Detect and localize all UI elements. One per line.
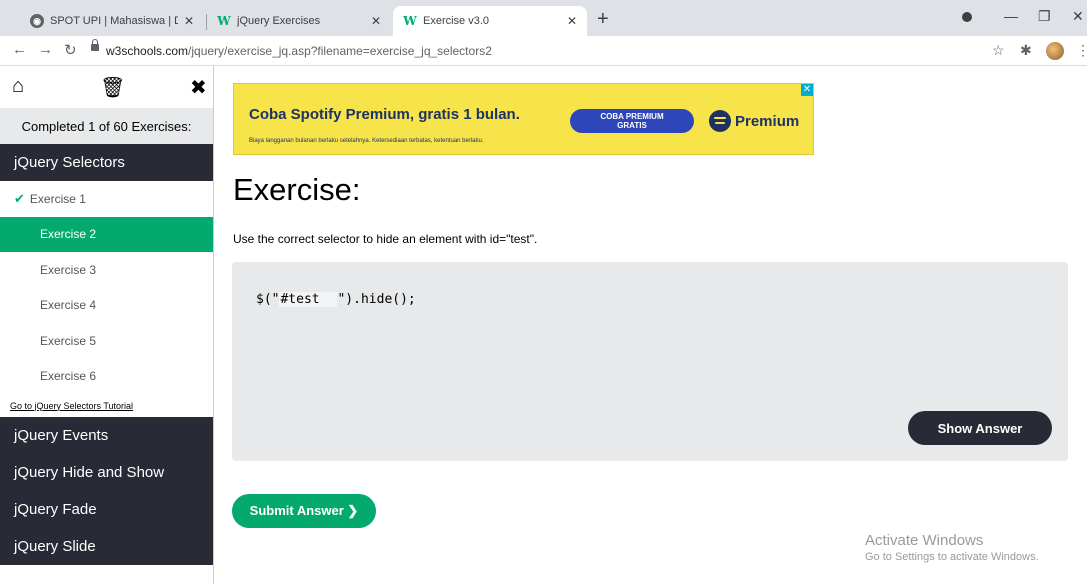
windows-activation-watermark: Activate Windows Go to Settings to activ… (865, 532, 1039, 563)
restore-icon[interactable]: ❐ (1038, 8, 1051, 25)
spotify-logo-icon (709, 110, 731, 132)
lock-icon[interactable] (91, 39, 99, 51)
url-path: /jquery/exercise_jq.asp?filename=exercis… (188, 44, 492, 58)
close-tab-icon[interactable]: ✕ (371, 14, 381, 28)
sidebar-category-fade[interactable]: jQuery Fade (0, 491, 213, 528)
sidebar-toolbar: ⌂ 🗑 ✖ (0, 66, 213, 108)
sidebar-exercise-2[interactable]: Exercise 2 (0, 216, 213, 252)
sidebar-category-selectors[interactable]: jQuery Selectors (0, 144, 213, 181)
answer-input[interactable] (279, 292, 338, 307)
record-indicator-icon[interactable] (962, 12, 972, 22)
url-host: w3schools.com (106, 44, 189, 58)
sidebar-category-events[interactable]: jQuery Events (0, 417, 213, 454)
ad-brand-label: Premium (735, 112, 800, 130)
sidebar-exercise-4[interactable]: Exercise 4 (0, 288, 213, 324)
trash-icon[interactable]: 🗑 (100, 75, 125, 100)
ad-brand: Premium (709, 110, 799, 132)
browser-tab-bar: ◉ SPOT UPI | Mahasiswa | Dashboa ✕ W jQu… (0, 0, 1087, 36)
new-tab-button[interactable]: + (597, 8, 609, 31)
globe-icon: ◉ (30, 14, 44, 28)
back-arrow-icon[interactable]: ← (12, 41, 27, 58)
tab-title: SPOT UPI | Mahasiswa | Dashboa (50, 15, 178, 27)
ad-close-icon[interactable]: ✕ (801, 84, 813, 96)
browser-tab-jquery-exercises[interactable]: W jQuery Exercises ✕ (207, 6, 391, 36)
tutorial-link[interactable]: Go to jQuery Selectors Tutorial (0, 394, 213, 417)
sidebar-category-hide-show[interactable]: jQuery Hide and Show (0, 454, 213, 491)
w3schools-icon: W (217, 14, 231, 28)
close-tab-icon[interactable]: ✕ (567, 14, 577, 28)
tab-title: Exercise v3.0 (423, 15, 490, 27)
ad-fine-print: Biaya langganan bulanan berlaku setelahn… (249, 138, 484, 144)
close-tab-icon[interactable]: ✕ (184, 14, 194, 28)
ad-cta-button[interactable]: COBA PREMIUM GRATIS (570, 109, 694, 133)
exercise-instruction: Use the correct selector to hide an elem… (233, 232, 538, 246)
url-field[interactable]: w3schools.com/jquery/exercise_jq.asp?fil… (106, 44, 492, 58)
completed-count: Completed 1 of 60 Exercises: (0, 108, 213, 144)
minimize-icon[interactable]: — (1004, 8, 1018, 24)
close-window-icon[interactable]: ✕ (1072, 8, 1084, 25)
exercise-heading: Exercise: (233, 172, 361, 207)
ad-headline: Coba Spotify Premium, gratis 1 bulan. (249, 106, 520, 123)
sidebar-exercise-1[interactable]: ✔ Exercise 1 (0, 181, 213, 217)
close-icon[interactable]: ✖ (190, 75, 207, 100)
menu-kebab-icon[interactable]: ⋮ (1076, 42, 1087, 59)
extensions-puzzle-icon[interactable]: ✱ (1020, 42, 1032, 59)
ad-cta-line2: GRATIS (617, 121, 647, 130)
w3schools-icon: W (403, 14, 417, 28)
code-editor-box: $(" ").hide(); Show Answer (232, 262, 1068, 461)
checkmark-icon: ✔ (14, 190, 25, 206)
exercise-sidebar: ⌂ 🗑 ✖ Completed 1 of 60 Exercises: jQuer… (0, 66, 214, 584)
sidebar-exercise-5[interactable]: Exercise 5 (0, 323, 213, 359)
exercise-label: Exercise 1 (29, 191, 86, 206)
home-icon[interactable]: ⌂ (12, 75, 24, 98)
reload-icon[interactable]: ↻ (64, 41, 77, 59)
bookmark-star-icon[interactable]: ☆ (992, 42, 1005, 59)
browser-tab-spot-upi[interactable]: ◉ SPOT UPI | Mahasiswa | Dashboa ✕ (20, 6, 204, 36)
code-suffix: ").hide(); (337, 292, 416, 307)
show-answer-button[interactable]: Show Answer (908, 411, 1052, 445)
code-prefix: $(" (256, 292, 280, 307)
ad-cta-line1: COBA PREMIUM (600, 112, 664, 121)
watermark-line1: Activate Windows (865, 532, 984, 549)
forward-arrow-icon[interactable]: → (38, 41, 53, 58)
sidebar-exercise-3[interactable]: Exercise 3 (0, 252, 213, 288)
sidebar-exercise-6[interactable]: Exercise 6 (0, 359, 213, 395)
code-line: $(" ").hide(); (256, 292, 416, 307)
sidebar-category-slide[interactable]: jQuery Slide (0, 528, 213, 565)
profile-avatar[interactable] (1046, 42, 1064, 60)
advertisement-banner[interactable]: Coba Spotify Premium, gratis 1 bulan. Bi… (233, 83, 814, 155)
browser-tab-exercise-v3[interactable]: W Exercise v3.0 ✕ (393, 6, 587, 36)
address-bar: ← → ↻ w3schools.com/jquery/exercise_jq.a… (0, 36, 1087, 66)
tab-title: jQuery Exercises (237, 15, 321, 27)
submit-answer-button[interactable]: Submit Answer ❯ (232, 494, 376, 528)
watermark-line2: Go to Settings to activate Windows. (865, 551, 1039, 563)
